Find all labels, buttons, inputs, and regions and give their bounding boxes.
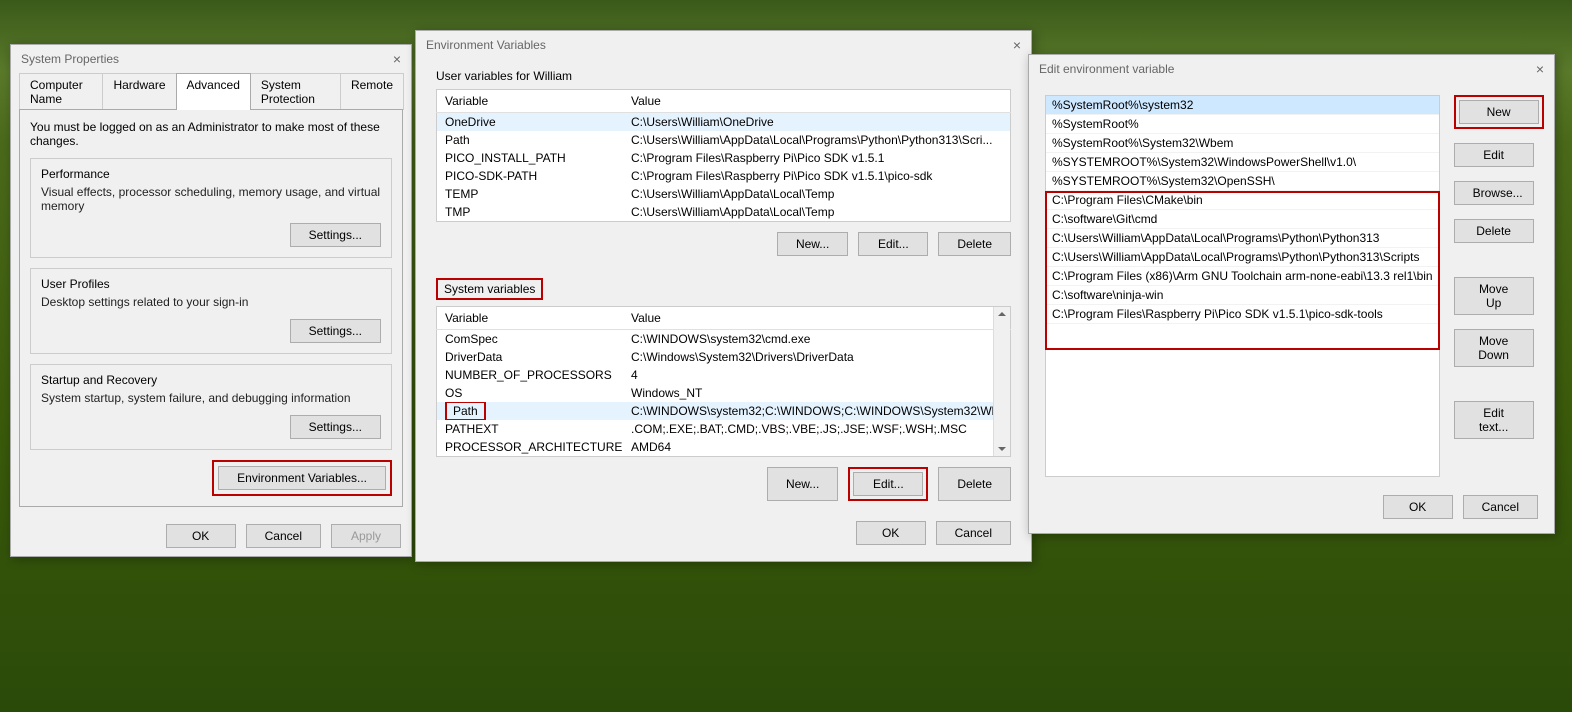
list-item[interactable]: %SystemRoot% (1046, 115, 1439, 134)
list-item[interactable]: C:\software\ninja-win (1046, 286, 1439, 305)
table-row[interactable]: TEMPC:\Users\William\AppData\Local\Temp (437, 185, 1011, 203)
table-row[interactable]: PathC:\Users\William\AppData\Local\Progr… (437, 131, 1011, 149)
user-variables-label: User variables for William (436, 69, 1011, 83)
tab-hardware[interactable]: Hardware (102, 73, 176, 110)
titlebar[interactable]: Environment Variables × (416, 31, 1031, 59)
list-item[interactable]: C:\Users\William\AppData\Local\Programs\… (1046, 229, 1439, 248)
list-item[interactable]: %SystemRoot%\system32 (1046, 96, 1439, 115)
list-item[interactable]: %SYSTEMROOT%\System32\WindowsPowerShell\… (1046, 153, 1439, 172)
close-icon[interactable]: × (1536, 61, 1544, 77)
move-down-button[interactable]: Move Down (1454, 329, 1534, 367)
sys-delete-button[interactable]: Delete (938, 467, 1011, 501)
group-desc: Visual effects, processor scheduling, me… (41, 185, 381, 213)
group-desc: System startup, system failure, and debu… (41, 391, 381, 405)
startup-recovery-group: Startup and Recovery System startup, sys… (30, 364, 392, 450)
cancel-button[interactable]: Cancel (246, 524, 321, 548)
window-title: Environment Variables (426, 38, 546, 52)
delete-button[interactable]: Delete (1454, 219, 1534, 243)
table-row[interactable]: PathC:\WINDOWS\system32;C:\WINDOWS;C:\WI… (437, 402, 1011, 420)
profiles-settings-button[interactable]: Settings... (290, 319, 381, 343)
user-profiles-group: User Profiles Desktop settings related t… (30, 268, 392, 354)
browse-button[interactable]: Browse... (1454, 181, 1534, 205)
cancel-button[interactable]: Cancel (936, 521, 1011, 545)
tab-remote[interactable]: Remote (340, 73, 404, 110)
list-item[interactable]: C:\Users\William\AppData\Local\Programs\… (1046, 248, 1439, 267)
edit-text-button[interactable]: Edit text... (1454, 401, 1534, 439)
startup-settings-button[interactable]: Settings... (290, 415, 381, 439)
list-item[interactable]: %SystemRoot%\System32\Wbem (1046, 134, 1439, 153)
close-icon[interactable]: × (1013, 37, 1021, 53)
system-variables-table[interactable]: Variable Value ComSpecC:\WINDOWS\system3… (436, 306, 1011, 457)
list-item[interactable]: %SYSTEMROOT%\System32\OpenSSH\ (1046, 172, 1439, 191)
col-value[interactable]: Value (623, 90, 1011, 113)
list-item[interactable]: C:\Program Files (x86)\Arm GNU Toolchain… (1046, 267, 1439, 286)
table-row[interactable]: PATHEXT.COM;.EXE;.BAT;.CMD;.VBS;.VBE;.JS… (437, 420, 1011, 438)
group-title: User Profiles (41, 277, 381, 291)
list-item[interactable]: C:\software\Git\cmd (1046, 210, 1439, 229)
performance-group: Performance Visual effects, processor sc… (30, 158, 392, 258)
user-delete-button[interactable]: Delete (938, 232, 1011, 256)
list-item[interactable]: C:\Program Files\CMake\bin (1046, 191, 1439, 210)
user-new-button[interactable]: New... (777, 232, 848, 256)
col-variable[interactable]: Variable (437, 307, 624, 330)
close-icon[interactable]: × (393, 51, 401, 67)
window-title: Edit environment variable (1039, 62, 1174, 76)
sys-edit-button[interactable]: Edit... (853, 472, 923, 496)
tab-system-protection[interactable]: System Protection (250, 73, 341, 110)
side-buttons: New Edit Browse... Delete Move Up Move D… (1454, 95, 1544, 477)
path-list[interactable]: %SystemRoot%\system32%SystemRoot%%System… (1045, 95, 1440, 477)
sys-new-button[interactable]: New... (767, 467, 838, 501)
edit-environment-variable-window: Edit environment variable × %SystemRoot%… (1028, 54, 1555, 534)
environment-variables-button[interactable]: Environment Variables... (218, 466, 386, 490)
edit-button[interactable]: Edit (1454, 143, 1534, 167)
group-title: Startup and Recovery (41, 373, 381, 387)
admin-note: You must be logged on as an Administrato… (30, 120, 392, 148)
group-title: Performance (41, 167, 381, 181)
table-row[interactable]: NUMBER_OF_PROCESSORS4 (437, 366, 1011, 384)
ok-button[interactable]: OK (856, 521, 926, 545)
table-row[interactable]: OneDriveC:\Users\William\OneDrive (437, 113, 1011, 132)
environment-variables-window: Environment Variables × User variables f… (415, 30, 1032, 562)
user-variables-table[interactable]: Variable Value OneDriveC:\Users\William\… (436, 89, 1011, 222)
list-item[interactable]: C:\Program Files\Raspberry Pi\Pico SDK v… (1046, 305, 1439, 324)
tabs: Computer Name Hardware Advanced System P… (19, 73, 403, 110)
table-row[interactable]: PROCESSOR_ARCHITECTUREAMD64 (437, 438, 1011, 457)
titlebar[interactable]: Edit environment variable × (1029, 55, 1554, 83)
tab-advanced[interactable]: Advanced (176, 73, 251, 110)
cancel-button[interactable]: Cancel (1463, 495, 1538, 519)
window-title: System Properties (21, 52, 119, 66)
scrollbar[interactable] (993, 307, 1010, 456)
new-button[interactable]: New (1459, 100, 1539, 124)
table-row[interactable]: TMPC:\Users\William\AppData\Local\Temp (437, 203, 1011, 222)
apply-button[interactable]: Apply (331, 524, 401, 548)
group-desc: Desktop settings related to your sign-in (41, 295, 381, 309)
user-edit-button[interactable]: Edit... (858, 232, 928, 256)
col-variable[interactable]: Variable (437, 90, 624, 113)
table-row[interactable]: OSWindows_NT (437, 384, 1011, 402)
dialog-buttons: OK Cancel Apply (11, 516, 411, 556)
table-row[interactable]: PICO_INSTALL_PATHC:\Program Files\Raspbe… (437, 149, 1011, 167)
system-variables-label: System variables (436, 278, 543, 300)
move-up-button[interactable]: Move Up (1454, 277, 1534, 315)
tab-computer-name[interactable]: Computer Name (19, 73, 103, 110)
titlebar[interactable]: System Properties × (11, 45, 411, 73)
performance-settings-button[interactable]: Settings... (290, 223, 381, 247)
table-row[interactable]: DriverDataC:\Windows\System32\Drivers\Dr… (437, 348, 1011, 366)
tab-content-advanced: You must be logged on as an Administrato… (19, 109, 403, 507)
system-properties-window: System Properties × Computer Name Hardwa… (10, 44, 412, 557)
ok-button[interactable]: OK (1383, 495, 1453, 519)
ok-button[interactable]: OK (166, 524, 236, 548)
col-value[interactable]: Value (623, 307, 1011, 330)
table-row[interactable]: ComSpecC:\WINDOWS\system32\cmd.exe (437, 330, 1011, 349)
table-row[interactable]: PICO-SDK-PATHC:\Program Files\Raspberry … (437, 167, 1011, 185)
